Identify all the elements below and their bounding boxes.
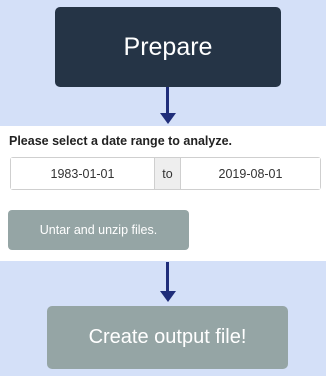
prepare-button[interactable]: Prepare (55, 7, 281, 87)
date-range-input: 1983-01-01 to 2019-08-01 (10, 157, 321, 190)
down-arrow-icon (160, 87, 176, 125)
date-range-panel: Please select a date range to analyze. 1… (0, 126, 326, 261)
down-arrow-icon (160, 262, 176, 304)
untar-unzip-button[interactable]: Untar and unzip files. (8, 210, 189, 250)
date-range-separator: to (154, 158, 181, 189)
end-date-input[interactable]: 2019-08-01 (181, 158, 320, 189)
create-output-file-button[interactable]: Create output file! (47, 306, 288, 369)
start-date-input[interactable]: 1983-01-01 (11, 158, 154, 189)
date-range-label: Please select a date range to analyze. (9, 134, 233, 148)
